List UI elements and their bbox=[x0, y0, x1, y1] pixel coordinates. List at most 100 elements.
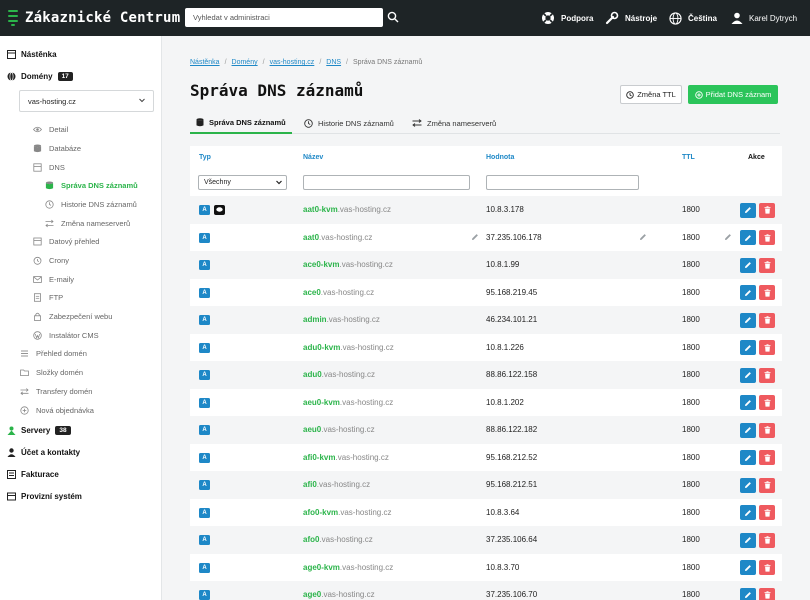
table-row[interactable]: Aafo0.vas-hosting.cz 37.235.106.64 1800 bbox=[190, 526, 782, 554]
sidebar-item-dashboard[interactable]: Nástěnka bbox=[7, 46, 57, 62]
delete-record-button[interactable] bbox=[759, 340, 775, 355]
table-row[interactable]: Aace0.vas-hosting.cz 95.168.219.45 1800 bbox=[190, 278, 782, 306]
sidebar-subitem[interactable]: Databáze bbox=[33, 141, 81, 155]
logo[interactable]: Zákaznické Centrum bbox=[8, 7, 180, 29]
record-value[interactable]: 95.168.212.52 bbox=[486, 453, 537, 462]
record-name[interactable]: admin.vas-hosting.cz bbox=[303, 315, 380, 324]
record-name[interactable]: aat0-kvm.vas-hosting.cz bbox=[303, 205, 391, 214]
record-name[interactable]: adu0.vas-hosting.cz bbox=[303, 370, 375, 379]
tab-nameservers[interactable]: Změna nameserverů bbox=[406, 112, 502, 134]
sidebar-item-account[interactable]: Účet a kontakty bbox=[7, 444, 80, 460]
sidebar-item-commission[interactable]: Provizní systém bbox=[7, 488, 82, 504]
table-row[interactable]: Aaat0.vas-hosting.cz 37.235.106.178 1800 bbox=[190, 223, 782, 251]
edit-record-button[interactable] bbox=[740, 422, 756, 438]
record-value[interactable]: 88.86.122.182 bbox=[486, 425, 537, 434]
record-ttl[interactable]: 1800 bbox=[682, 453, 700, 462]
table-row[interactable]: Aafi0-kvm.vas-hosting.cz 95.168.212.52 180… bbox=[190, 443, 782, 471]
sidebar-subitem[interactable]: E-maily bbox=[33, 272, 74, 286]
record-name[interactable]: adu0-kvm.vas-hosting.cz bbox=[303, 343, 394, 352]
user-menu[interactable]: Karel Dytrych bbox=[731, 0, 797, 36]
column-header-value[interactable]: Hodnota bbox=[486, 154, 514, 161]
edit-record-button[interactable] bbox=[740, 340, 756, 355]
table-row[interactable]: Aafo0-kvm.vas-hosting.cz 10.8.3.64 1800 bbox=[190, 498, 782, 526]
record-ttl[interactable]: 1800 bbox=[682, 370, 700, 379]
edit-record-button[interactable] bbox=[740, 587, 756, 600]
edit-record-button[interactable] bbox=[740, 230, 756, 245]
record-value[interactable]: 46.234.101.21 bbox=[486, 315, 537, 324]
record-value[interactable]: 10.8.3.178 bbox=[486, 205, 524, 214]
delete-record-button[interactable] bbox=[759, 532, 775, 548]
record-name[interactable]: aeu0-kvm.vas-hosting.cz bbox=[303, 398, 393, 407]
inline-edit-name-icon[interactable] bbox=[471, 233, 479, 243]
table-row[interactable]: Aace0-kvm.vas-hosting.cz 10.8.1.99 1800 bbox=[190, 251, 782, 279]
delete-record-button[interactable] bbox=[759, 285, 775, 300]
name-filter-input[interactable] bbox=[303, 175, 470, 190]
comment-icon[interactable] bbox=[214, 204, 225, 215]
delete-record-button[interactable] bbox=[759, 395, 775, 410]
table-row[interactable]: Aage0-kvm.vas-hosting.cz 10.8.3.70 1800 bbox=[190, 553, 782, 581]
record-name[interactable]: aeu0.vas-hosting.cz bbox=[303, 425, 375, 434]
record-ttl[interactable]: 1800 bbox=[682, 398, 700, 407]
delete-record-button[interactable] bbox=[759, 422, 775, 438]
sidebar-subitem[interactable]: Detail bbox=[33, 122, 68, 136]
table-row[interactable]: Aaeu0-kvm.vas-hosting.cz 10.8.1.202 1800 bbox=[190, 388, 782, 416]
delete-record-button[interactable] bbox=[759, 257, 775, 273]
sidebar-subitem[interactable]: Složky domén bbox=[20, 365, 83, 379]
record-ttl[interactable]: 1800 bbox=[682, 590, 700, 599]
record-ttl[interactable]: 1800 bbox=[682, 508, 700, 517]
delete-record-button[interactable] bbox=[759, 312, 775, 328]
table-row[interactable]: Aaat0-kvm.vas-hosting.cz 10.8.3.178 1800 bbox=[190, 196, 782, 224]
record-ttl[interactable]: 1800 bbox=[682, 205, 700, 214]
sidebar-item-servers[interactable]: Servery 38 bbox=[7, 422, 71, 438]
record-value[interactable]: 95.168.219.45 bbox=[486, 288, 537, 297]
record-ttl[interactable]: 1800 bbox=[682, 425, 700, 434]
edit-record-button[interactable] bbox=[740, 477, 756, 493]
record-value[interactable]: 10.8.1.99 bbox=[486, 260, 519, 269]
record-ttl[interactable]: 1800 bbox=[682, 535, 700, 544]
record-ttl[interactable]: 1800 bbox=[682, 315, 700, 324]
edit-record-button[interactable] bbox=[740, 560, 756, 575]
record-name[interactable]: aat0.vas-hosting.cz bbox=[303, 233, 372, 242]
edit-record-button[interactable] bbox=[740, 505, 756, 520]
breadcrumb-link[interactable]: vas-hosting.cz bbox=[270, 59, 315, 66]
delete-record-button[interactable] bbox=[759, 477, 775, 493]
sidebar-subitem[interactable]: Instalátor CMS bbox=[33, 328, 99, 342]
table-row[interactable]: Aaeu0.vas-hosting.cz 88.86.122.182 1800 bbox=[190, 416, 782, 444]
search-icon[interactable] bbox=[387, 11, 399, 23]
sidebar-subitem[interactable]: FTP bbox=[33, 290, 63, 304]
sidebar-subitem[interactable]: Crony bbox=[33, 253, 69, 267]
domain-select[interactable]: vas-hosting.cz bbox=[19, 90, 154, 112]
record-value[interactable]: 37.235.106.70 bbox=[486, 590, 537, 599]
tools-link[interactable]: Nástroje bbox=[605, 0, 657, 36]
delete-record-button[interactable] bbox=[759, 505, 775, 520]
record-value[interactable]: 10.8.1.202 bbox=[486, 398, 524, 407]
sidebar-subitem[interactable]: DNS bbox=[33, 160, 65, 174]
record-value[interactable]: 88.86.122.158 bbox=[486, 370, 537, 379]
sidebar-subitem[interactable]: Datový přehled bbox=[33, 234, 99, 248]
table-row[interactable]: Aage0.vas-hosting.cz 37.235.106.70 1800 bbox=[190, 581, 782, 600]
record-name[interactable]: age0.vas-hosting.cz bbox=[303, 590, 375, 599]
support-link[interactable]: Podpora bbox=[541, 0, 593, 36]
record-name[interactable]: ace0.vas-hosting.cz bbox=[303, 288, 374, 297]
sidebar-item-billing[interactable]: Fakturace bbox=[7, 466, 59, 482]
sidebar-subitem[interactable]: Změna nameserverů bbox=[45, 216, 130, 230]
column-header-name[interactable]: Název bbox=[303, 154, 323, 161]
record-name[interactable]: afi0-kvm.vas-hosting.cz bbox=[303, 453, 389, 462]
record-name[interactable]: age0-kvm.vas-hosting.cz bbox=[303, 563, 393, 572]
record-ttl[interactable]: 1800 bbox=[682, 260, 700, 269]
record-name[interactable]: afi0.vas-hosting.cz bbox=[303, 480, 370, 489]
record-value[interactable]: 37.235.106.64 bbox=[486, 535, 537, 544]
record-value[interactable]: 10.8.3.70 bbox=[486, 563, 519, 572]
column-header-type[interactable]: Typ bbox=[199, 154, 211, 161]
sidebar-item-domains[interactable]: Domény 17 bbox=[7, 68, 73, 84]
add-dns-record-button[interactable]: Přidat DNS záznam bbox=[688, 85, 778, 104]
breadcrumb-link[interactable]: DNS bbox=[326, 59, 341, 66]
type-filter-select[interactable]: Všechny bbox=[198, 175, 287, 190]
delete-record-button[interactable] bbox=[759, 450, 775, 465]
delete-record-button[interactable] bbox=[759, 587, 775, 600]
table-row[interactable]: Aadu0-kvm.vas-hosting.cz 10.8.1.226 1800 bbox=[190, 333, 782, 361]
record-value[interactable]: 95.168.212.51 bbox=[486, 480, 537, 489]
edit-record-button[interactable] bbox=[740, 367, 756, 383]
record-value[interactable]: 37.235.106.178 bbox=[486, 233, 542, 242]
sidebar-subitem[interactable]: Transfery domén bbox=[20, 384, 92, 398]
